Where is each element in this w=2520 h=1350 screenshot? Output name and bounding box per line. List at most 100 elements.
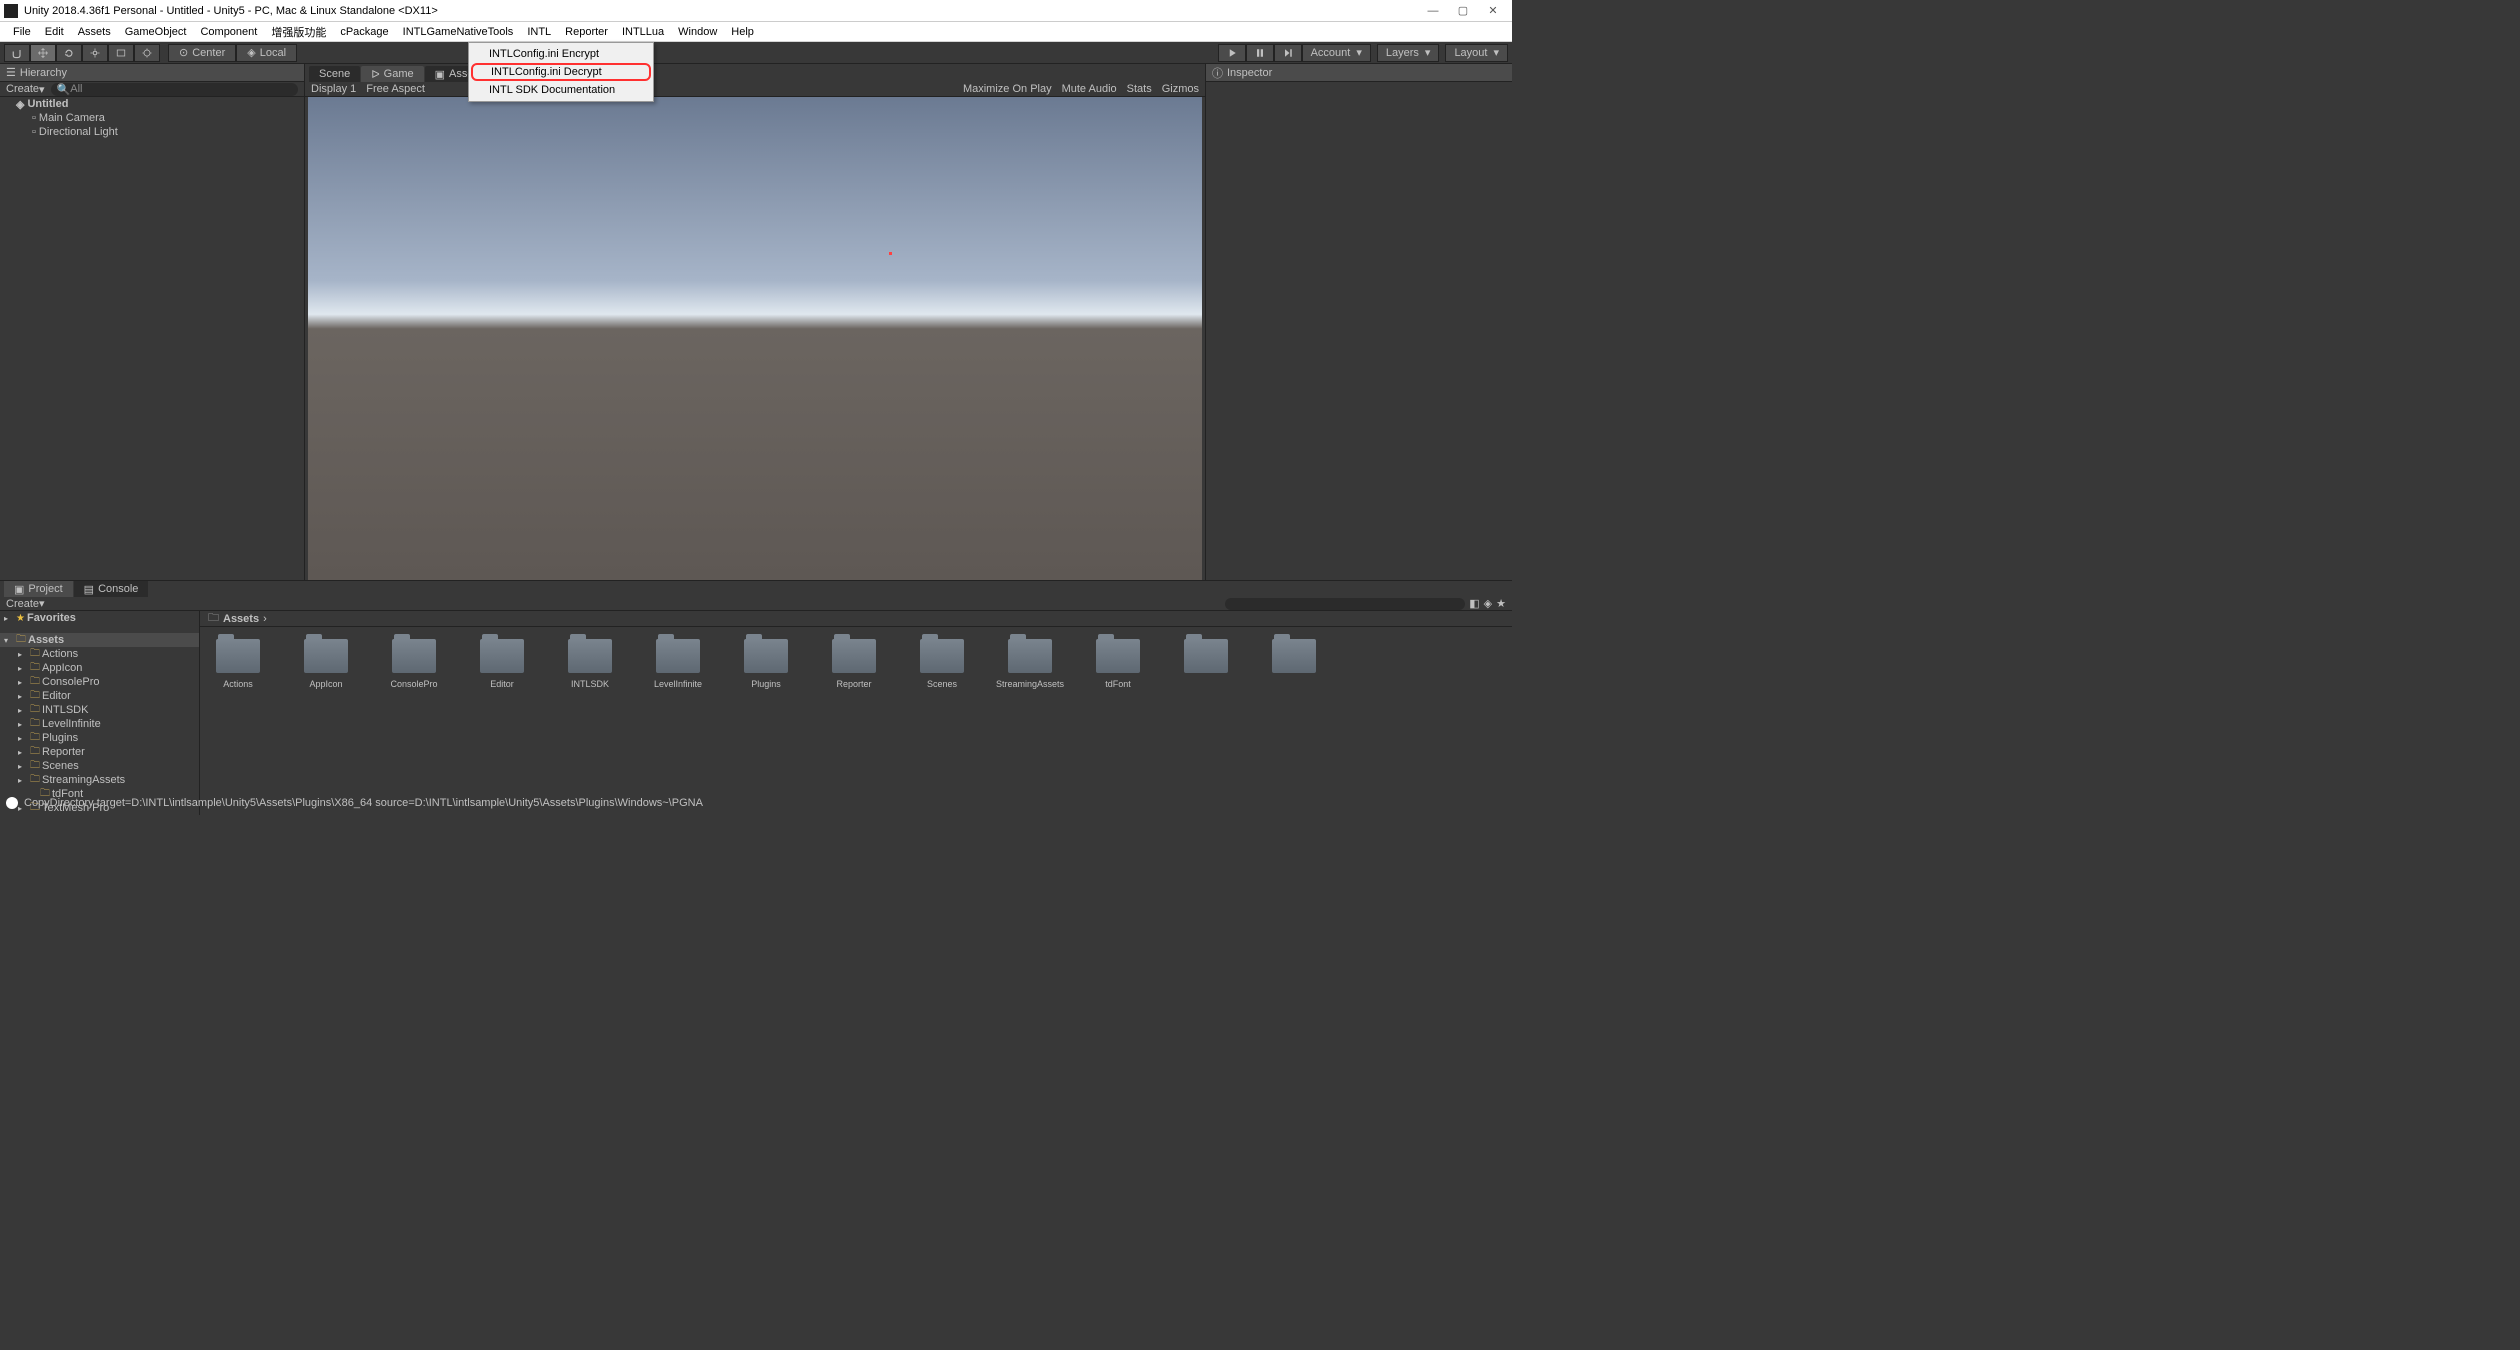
- menu-file[interactable]: File: [6, 26, 38, 38]
- chevron-right-icon: ›: [263, 613, 267, 625]
- scene-area: Scene ᐅGame ▣Asset Display 1 Free Aspect…: [305, 64, 1205, 580]
- rotate-tool[interactable]: [56, 44, 82, 62]
- close-button[interactable]: ✕: [1478, 1, 1508, 21]
- dropdown-decrypt[interactable]: INTLConfig.ini Decrypt: [471, 63, 651, 81]
- folder-levelinfinite[interactable]: LevelInfinite: [656, 639, 700, 689]
- menu-component[interactable]: Component: [193, 26, 264, 38]
- status-text: CopyDirectory target=D:\INTL\intlsample\…: [24, 797, 703, 809]
- aspect-dropdown[interactable]: Free Aspect: [366, 83, 425, 95]
- folder-icon: [1008, 639, 1052, 673]
- layout-dropdown[interactable]: Layout▾: [1445, 44, 1508, 62]
- folder-icon: 🗀: [30, 772, 40, 789]
- folder-extra1[interactable]: [1184, 639, 1228, 689]
- handle-toggle[interactable]: ◈Local: [236, 44, 297, 62]
- hand-tool[interactable]: [4, 44, 30, 62]
- folder-icon: 🗀: [208, 609, 219, 628]
- folder-editor[interactable]: Editor: [480, 639, 524, 689]
- folder-icon: [392, 639, 436, 673]
- menu-reporter[interactable]: Reporter: [558, 26, 615, 38]
- chevron-down-icon: ▾: [1493, 46, 1499, 59]
- menu-window[interactable]: Window: [671, 26, 724, 38]
- tab-project[interactable]: ▣Project: [4, 581, 73, 597]
- play-button[interactable]: [1218, 44, 1246, 62]
- display-dropdown[interactable]: Display 1: [311, 83, 356, 95]
- filter-icon[interactable]: ◈: [1484, 597, 1492, 610]
- layers-dropdown[interactable]: Layers▾: [1377, 44, 1440, 62]
- tree-favorites[interactable]: ▸★Favorites: [0, 611, 199, 625]
- hierarchy-search[interactable]: 🔍All: [51, 83, 298, 96]
- toolbar: ⊙Center ◈Local Account▾ Layers▾ Layout▾: [0, 42, 1512, 64]
- game-view[interactable]: [308, 97, 1202, 580]
- local-icon: ◈: [247, 46, 255, 59]
- chevron-down-icon: ▾: [1356, 46, 1362, 59]
- project-search[interactable]: [1225, 598, 1465, 610]
- project-icon: ▣: [14, 583, 24, 596]
- menu-assets[interactable]: Assets: [71, 26, 118, 38]
- menu-intlgamenativetools[interactable]: INTLGameNativeTools: [396, 26, 521, 38]
- folder-icon: [304, 639, 348, 673]
- menu-enhanced[interactable]: 增强版功能: [264, 24, 333, 40]
- folder-streamingassets[interactable]: StreamingAssets: [1008, 639, 1052, 689]
- menu-intllua[interactable]: INTLLua: [615, 26, 671, 38]
- folder-plugins[interactable]: Plugins: [744, 639, 788, 689]
- folder-icon: [480, 639, 524, 673]
- center-marker-icon: [889, 252, 892, 255]
- step-button[interactable]: [1274, 44, 1302, 62]
- rect-tool[interactable]: [108, 44, 134, 62]
- account-dropdown[interactable]: Account▾: [1302, 44, 1371, 62]
- tree-item[interactable]: ▸🗀StreamingAssets: [0, 773, 199, 787]
- menubar: File Edit Assets GameObject Component 增强…: [0, 22, 1512, 42]
- tab-game[interactable]: ᐅGame: [361, 66, 423, 82]
- maximize-button[interactable]: ▢: [1448, 1, 1478, 21]
- maximize-toggle[interactable]: Maximize On Play: [963, 83, 1052, 95]
- folder-icon: 🗀: [16, 632, 26, 649]
- dropdown-docs[interactable]: INTL SDK Documentation: [469, 81, 653, 99]
- scale-tool[interactable]: [82, 44, 108, 62]
- tab-console[interactable]: ▤Console: [74, 581, 149, 597]
- folder-icon: [744, 639, 788, 673]
- folder-consolepro[interactable]: ConsolePro: [392, 639, 436, 689]
- folder-intlsdk[interactable]: INTLSDK: [568, 639, 612, 689]
- info-icon: [6, 797, 18, 809]
- folder-actions[interactable]: Actions: [216, 639, 260, 689]
- hierarchy-create[interactable]: Create: [6, 83, 39, 95]
- folder-scenes[interactable]: Scenes: [920, 639, 964, 689]
- move-tool[interactable]: [30, 44, 56, 62]
- console-icon: ▤: [84, 583, 94, 596]
- pause-button[interactable]: [1246, 44, 1274, 62]
- hierarchy-tab[interactable]: ☰Hierarchy: [0, 64, 304, 82]
- minimize-button[interactable]: —: [1418, 1, 1448, 21]
- project-folder-grid: Actions AppIcon ConsolePro Editor INTLSD…: [200, 627, 1512, 815]
- project-area: ▣Project ▤Console Create ▾ ◧ ◈ ★ ▸★Favor…: [0, 580, 1512, 794]
- folder-appicon[interactable]: AppIcon: [304, 639, 348, 689]
- star-icon[interactable]: ★: [1496, 597, 1506, 610]
- project-create[interactable]: Create: [6, 598, 39, 610]
- menu-cpackage[interactable]: cPackage: [333, 26, 395, 38]
- project-tree: ▸★Favorites ▾🗀Assets ▸🗀Actions ▸🗀AppIcon…: [0, 611, 200, 815]
- transform-tool[interactable]: [134, 44, 160, 62]
- folder-reporter[interactable]: Reporter: [832, 639, 876, 689]
- filter-icon[interactable]: ◧: [1469, 597, 1479, 610]
- menu-gameobject[interactable]: GameObject: [118, 26, 194, 38]
- inspector-tab[interactable]: ⓘInspector: [1206, 64, 1512, 82]
- folder-icon: [216, 639, 260, 673]
- asset-icon: ▣: [435, 68, 445, 81]
- tab-scene[interactable]: Scene: [309, 66, 360, 82]
- project-breadcrumb: 🗀 Assets ›: [200, 611, 1512, 627]
- folder-icon: [656, 639, 700, 673]
- hierarchy-scene-root[interactable]: ◈Untitled: [0, 97, 304, 111]
- pivot-toggle[interactable]: ⊙Center: [168, 44, 236, 62]
- hierarchy-item-light[interactable]: ▫Directional Light: [0, 125, 304, 139]
- folder-tdfont[interactable]: tdFont: [1096, 639, 1140, 689]
- menu-intl[interactable]: INTL: [520, 26, 558, 38]
- menu-edit[interactable]: Edit: [38, 26, 71, 38]
- gizmos-toggle[interactable]: Gizmos: [1162, 83, 1199, 95]
- dropdown-encrypt[interactable]: INTLConfig.ini Encrypt: [469, 45, 653, 63]
- folder-extra2[interactable]: [1272, 639, 1316, 689]
- mute-toggle[interactable]: Mute Audio: [1062, 83, 1117, 95]
- hierarchy-item-camera[interactable]: ▫Main Camera: [0, 111, 304, 125]
- unity-logo-icon: [4, 4, 18, 18]
- stats-toggle[interactable]: Stats: [1127, 83, 1152, 95]
- folder-icon: [568, 639, 612, 673]
- menu-help[interactable]: Help: [724, 26, 761, 38]
